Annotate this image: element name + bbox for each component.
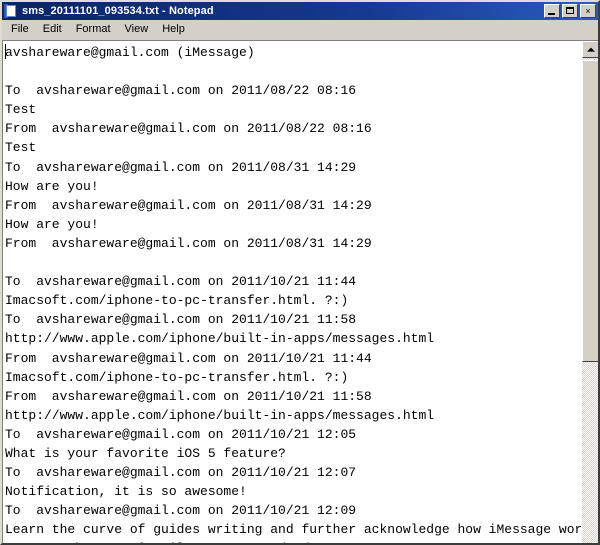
notepad-window: sms_20111101_093534.txt - Notepad × File…	[0, 0, 600, 545]
document-line: From avshareware@gmail.com on 2011/08/31…	[5, 197, 372, 213]
document-text: avshareware@gmail.com (iMessage) To avsh…	[5, 43, 581, 543]
document-line: To avshareware@gmail.com on 2011/10/21 1…	[5, 465, 357, 481]
menu-item-format[interactable]: Format	[69, 21, 118, 38]
document-line	[5, 62, 581, 81]
notepad-document-icon	[4, 4, 18, 18]
document-line: http://www.apple.com/iphone/built-in-app…	[5, 407, 435, 423]
document-line	[5, 253, 581, 272]
scrollbar-thumb[interactable]	[582, 60, 598, 362]
document-line: From avshareware@gmail.com on 2011/08/22…	[5, 121, 372, 137]
client-area: avshareware@gmail.com (iMessage) To avsh…	[2, 40, 598, 543]
close-button[interactable]: ×	[580, 4, 596, 18]
document-line: Test	[5, 140, 37, 156]
document-line: From avshareware@gmail.com on 2011/08/31…	[5, 235, 372, 251]
document-line: What is your favorite iOS 5 feature?	[5, 445, 286, 461]
document-line: To avshareware@gmail.com on 2011/10/21 1…	[5, 426, 357, 442]
document-line: From avshareware@gmail.com on 2011/10/21…	[5, 350, 372, 366]
document-line: Imacsoft.com/iphone-to-pc-transfer.html.…	[5, 369, 349, 385]
document-line: Notification, it is so awesome!	[5, 484, 247, 500]
document-line: Imacsoft.com/iphone-to-pc-transfer.html.…	[5, 293, 349, 309]
menu-bar: File Edit Format View Help	[2, 20, 598, 40]
chevron-up-icon	[586, 47, 595, 52]
menu-item-edit[interactable]: Edit	[36, 21, 69, 38]
document-line: To avshareware@gmail.com on 2011/08/22 0…	[5, 83, 357, 99]
menu-item-help[interactable]: Help	[155, 21, 192, 38]
document-line: http://www.apple.com/iphone/built-in-app…	[5, 331, 435, 347]
document-line: How are you!	[5, 178, 99, 194]
text-editor[interactable]: avshareware@gmail.com (iMessage) To avsh…	[3, 41, 581, 543]
window-controls: ×	[544, 4, 597, 18]
document-line: avshareware@gmail.com (iMessage)	[5, 45, 255, 60]
scroll-up-button[interactable]	[582, 41, 598, 58]
menu-item-file[interactable]: File	[4, 21, 36, 38]
document-line: To avshareware@gmail.com on 2011/08/31 1…	[5, 159, 357, 175]
document-line: To avshareware@gmail.com on 2011/10/21 1…	[5, 503, 357, 519]
window-title: sms_20111101_093534.txt - Notepad	[22, 5, 214, 17]
minimize-button[interactable]	[544, 4, 560, 18]
vertical-scrollbar[interactable]	[581, 41, 598, 543]
document-line: Test	[5, 102, 37, 118]
menu-item-view[interactable]: View	[118, 21, 156, 38]
document-line: From avshareware@gmail.com on 2011/10/21…	[5, 539, 581, 543]
document-line: Learn the curve of guides writing and fu…	[5, 522, 581, 538]
text-caret	[5, 44, 6, 59]
maximize-button[interactable]	[562, 4, 578, 18]
document-line: How are you!	[5, 216, 99, 232]
document-line: To avshareware@gmail.com on 2011/10/21 1…	[5, 274, 357, 290]
close-icon: ×	[585, 5, 591, 16]
document-line: To avshareware@gmail.com on 2011/10/21 1…	[5, 312, 357, 328]
document-line: From avshareware@gmail.com on 2011/10/21…	[5, 388, 372, 404]
title-bar[interactable]: sms_20111101_093534.txt - Notepad ×	[2, 2, 598, 20]
